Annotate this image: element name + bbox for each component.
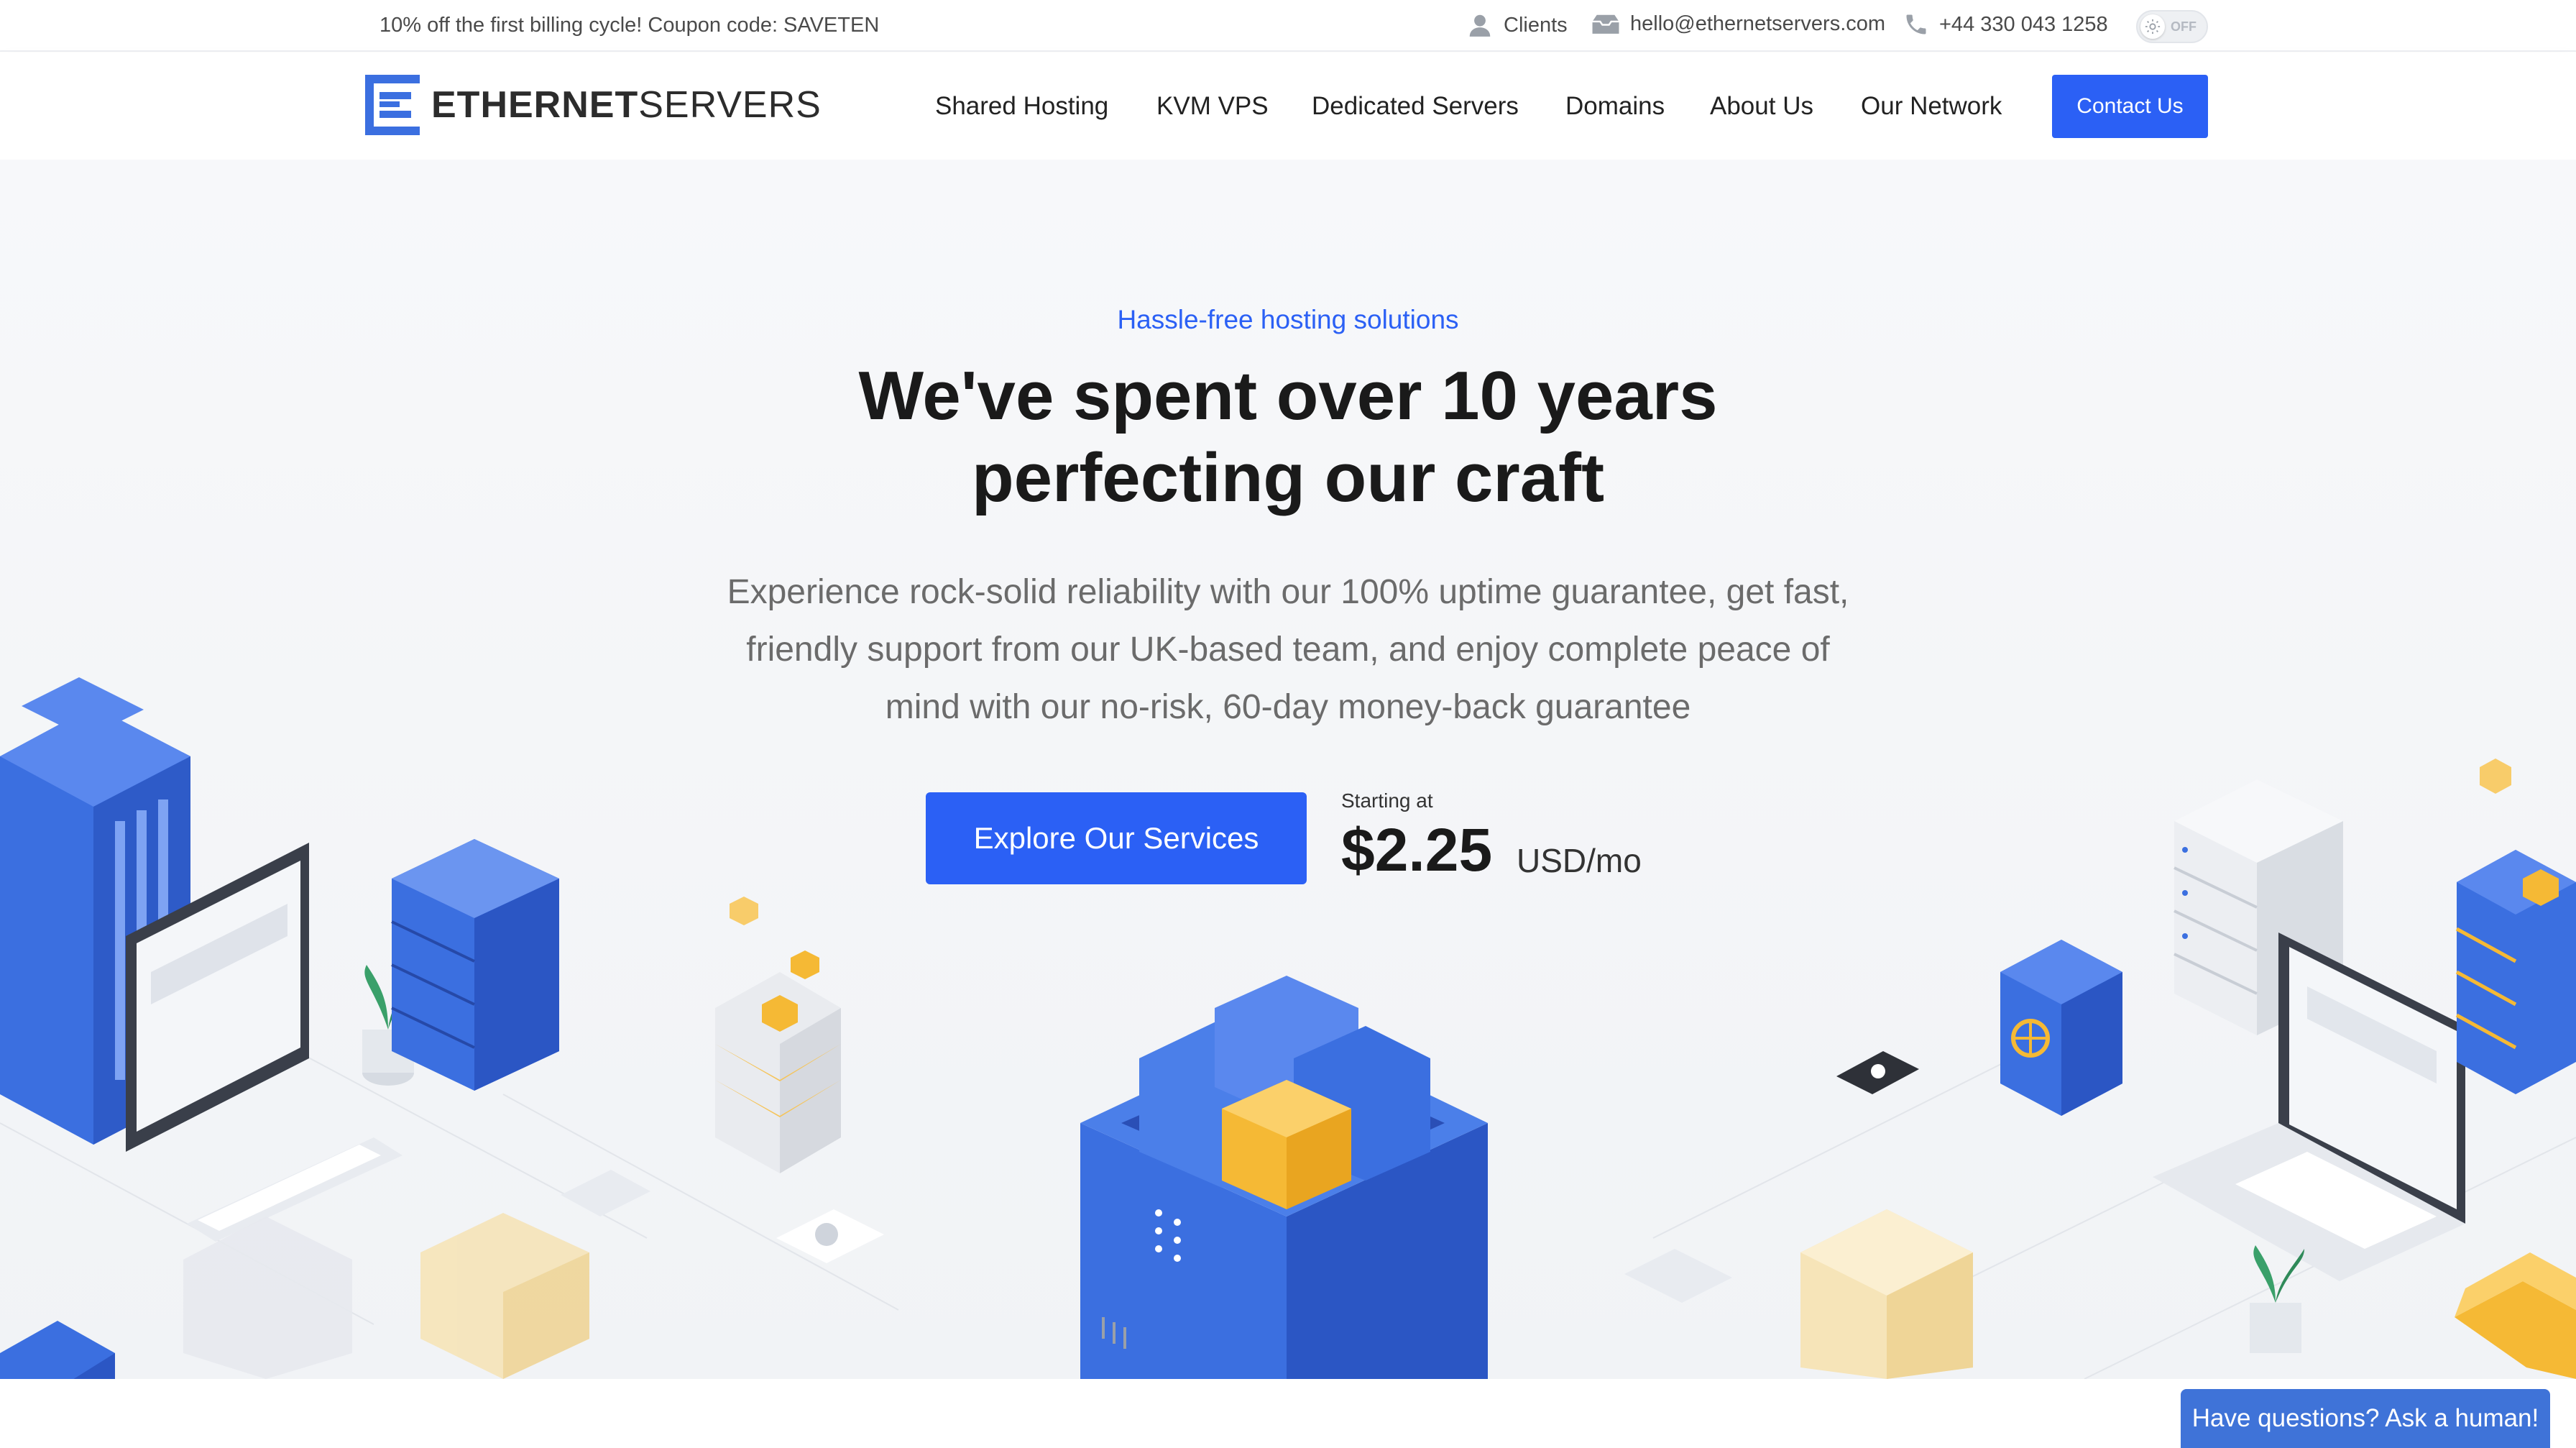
nav-dedicated-servers[interactable]: Dedicated Servers [1312, 92, 1519, 121]
hero-eyebrow: Hassle-free hosting solutions [1117, 305, 1459, 334]
theme-toggle[interactable]: OFF [2136, 10, 2208, 43]
logo-icon [365, 75, 420, 135]
promo-text: 10% off the first billing cycle! Coupon … [380, 14, 880, 37]
email-link[interactable]: hello@ethernetservers.com [1591, 12, 1885, 36]
plant-right [2250, 1245, 2304, 1353]
gold-server-stack [715, 897, 841, 1173]
nav-our-network[interactable]: Our Network [1861, 92, 2002, 121]
server-stack-blue [391, 839, 559, 1091]
main-header: ETHERNETSERVERS Shared Hosting KVM VPS D… [0, 53, 2576, 160]
headline-line-2: perfecting our craft [971, 439, 1605, 516]
phone-link[interactable]: +44 330 043 1258 [1903, 12, 2108, 37]
hero-section: Hassle-free hosting solutions We've spen… [0, 160, 2576, 1379]
center-container [1080, 976, 1488, 1379]
contact-button[interactable]: Contact Us [2052, 75, 2208, 138]
chat-widget-button[interactable]: Have questions? Ask a human! [2181, 1389, 2550, 1448]
site-logo[interactable]: ETHERNETSERVERS [365, 75, 822, 135]
starting-at-label: Starting at [1341, 789, 1433, 812]
vpn-box [0, 1321, 115, 1379]
nav-shared-hosting[interactable]: Shared Hosting [935, 92, 1108, 121]
toggle-off-label: OFF [2171, 19, 2196, 34]
user-icon [1469, 14, 1491, 37]
nav-kvm-vps[interactable]: KVM VPS [1156, 92, 1269, 121]
toggle-knob [2140, 14, 2165, 39]
explore-services-button[interactable]: Explore Our Services [926, 792, 1307, 884]
headline-line-1: We've spent over 10 years [858, 357, 1718, 434]
box-stack-left [183, 1213, 589, 1379]
blue-stack-right [2455, 759, 2576, 1094]
logo-light: SERVERS [638, 84, 822, 126]
mail-icon [1592, 14, 1619, 34]
hero-subtext: Experience rock-solid reliability with o… [727, 573, 1849, 726]
price-unit: USD/mo [1517, 842, 1642, 879]
email-text: hello@ethernetservers.com [1630, 12, 1886, 35]
box-stack-right [1800, 1209, 1973, 1379]
sun-icon [2145, 19, 2161, 35]
hero-illustration [0, 677, 2576, 1379]
starting-price: $2.25 [1341, 816, 1493, 884]
phone-device [1836, 1051, 1919, 1094]
logo-text: ETHERNETSERVERS [431, 83, 822, 127]
folder-illustration [2455, 1252, 2576, 1379]
nav-about-us[interactable]: About Us [1710, 92, 1813, 121]
clients-link[interactable]: Clients [1466, 12, 1568, 39]
phone-icon [1906, 14, 1926, 35]
nav-domains[interactable]: Domains [1565, 92, 1665, 121]
top-bar: 10% off the first billing cycle! Coupon … [0, 0, 2576, 52]
hero-headline: We've spent over 10 years perfecting our… [0, 355, 2576, 519]
phone-text: +44 330 043 1258 [1939, 12, 2108, 36]
clients-label: Clients [1504, 13, 1568, 37]
globe-box [2000, 940, 2122, 1116]
logo-bold: ETHERNET [431, 84, 639, 126]
